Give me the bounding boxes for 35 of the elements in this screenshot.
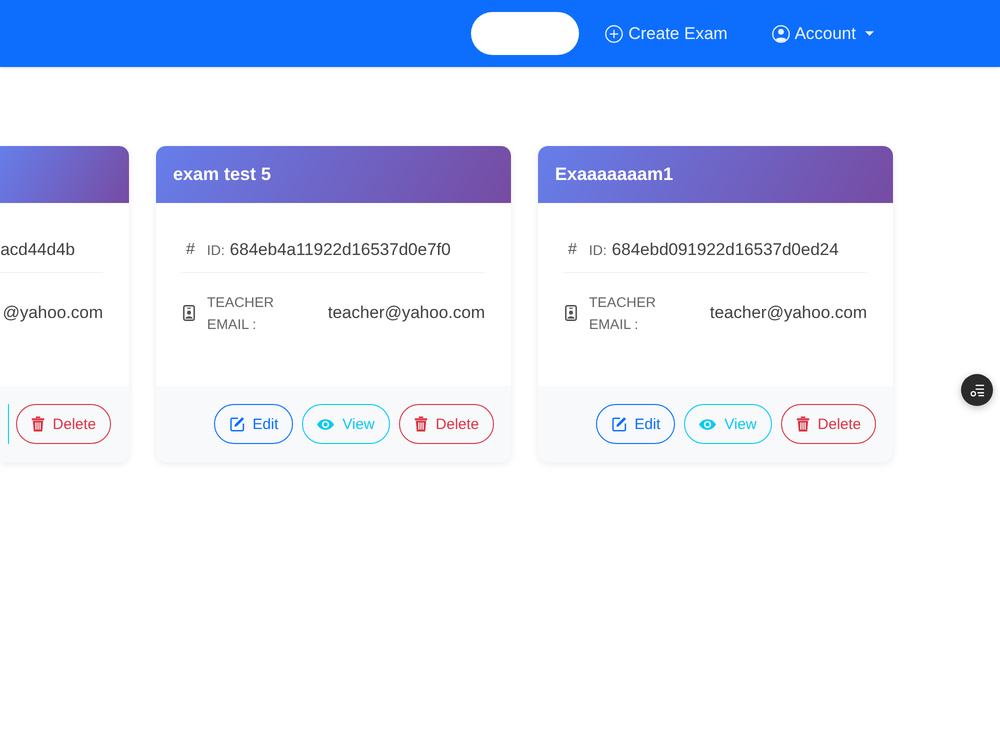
user-circle-icon [772,24,790,42]
floating-button[interactable] [961,374,993,406]
teacher-email: teacher@yahoo.com [328,303,485,323]
id-badge-icon [183,305,195,321]
input-field[interactable] [471,12,580,55]
email-label: TEACHER EMAIL : [207,293,275,334]
id-label: ID: [588,242,607,258]
create-exam-link[interactable]: Create Exam [605,24,728,44]
id-badge-icon [565,305,577,321]
exam-id: 684eb4a11922d16537d0e7f0 [230,240,451,260]
card-title: exam test 5 [173,164,272,185]
account-menu[interactable]: Account [772,24,874,44]
delete-button[interactable]: Delete [16,404,111,444]
plus-circle-icon [605,24,624,42]
delete-button[interactable]: Delete [398,404,494,444]
list-icon [970,384,984,396]
email-label: TEACHER EMAIL : [589,293,657,334]
card-title: Exaaaaaaam1 [555,164,674,185]
exam-id: 684ebd091922d16537d0ed24 [612,240,839,260]
trash-icon [796,416,810,432]
delete-button[interactable]: Delete [780,404,876,444]
hash-symbol: # [568,241,577,259]
exam-id: acd44d4b [0,240,75,260]
edit-button[interactable]: Edit [214,404,294,444]
teacher-email: @yahoo.com [2,303,103,323]
trash-icon [414,416,428,432]
eye-icon [317,418,334,430]
teacher-email: teacher@yahoo.com [710,303,867,323]
eye-icon [699,418,716,430]
trash-icon [30,416,45,432]
pencil-square-icon [610,416,627,432]
hash-symbol: # [186,241,195,259]
pencil-square-icon [228,416,245,432]
edit-button[interactable]: Edit [596,404,676,444]
id-label: ID: [206,242,225,258]
